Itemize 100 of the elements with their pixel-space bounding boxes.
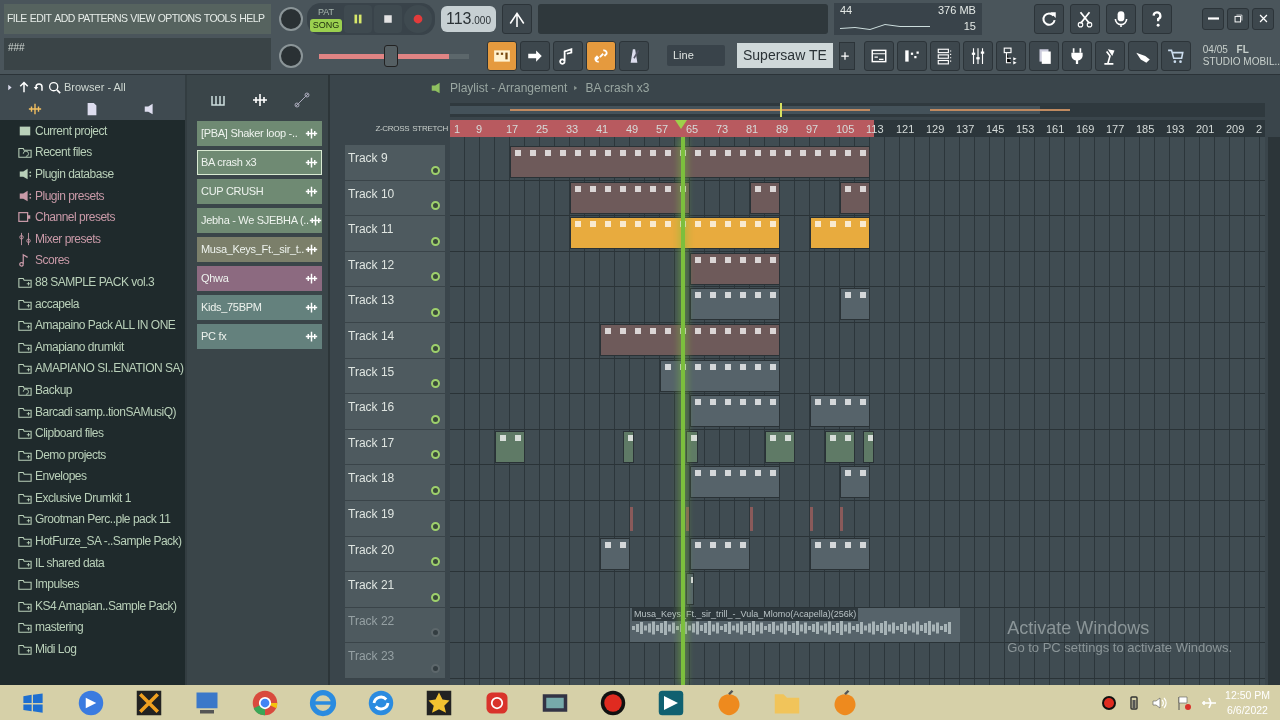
track-header[interactable]: Track 21: [345, 572, 445, 608]
pattern-clip[interactable]: [600, 537, 630, 570]
keyboard-button[interactable]: [487, 40, 517, 71]
pattern-clip[interactable]: [660, 359, 780, 392]
browser-item[interactable]: Envelopes: [18, 465, 185, 488]
scrollbar[interactable]: [1268, 137, 1280, 685]
browser-item[interactable]: Mixer presets: [18, 227, 185, 250]
pattern-clip[interactable]: [690, 252, 780, 285]
pattern-clip[interactable]: PC fx: [197, 324, 322, 349]
pattern-clip[interactable]: [600, 323, 780, 356]
pattern-clip[interactable]: Kids_75BPM: [197, 295, 322, 320]
track-enable-toggle[interactable]: [431, 592, 440, 602]
flag-icon[interactable]: [1176, 694, 1193, 711]
close-button[interactable]: [1252, 7, 1274, 30]
help-button[interactable]: [1141, 3, 1172, 34]
waveform-icon[interactable]: [27, 101, 42, 116]
browser-item[interactable]: HotFurze_SA -..Sample Pack): [18, 530, 185, 552]
browser-item[interactable]: Current project: [18, 120, 185, 142]
browser-item[interactable]: Grootman Perc..ple pack 11: [18, 508, 185, 531]
pages-button[interactable]: [1028, 40, 1059, 71]
refresh-button[interactable]: [1033, 3, 1064, 34]
browser-item[interactable]: Impulses: [18, 573, 185, 596]
link-button[interactable]: [586, 40, 616, 71]
track-enable-toggle[interactable]: [431, 201, 440, 211]
automation-clip[interactable]: [862, 430, 874, 463]
browser-item[interactable]: Scores: [18, 249, 185, 272]
track-header[interactable]: Track 19: [345, 500, 445, 537]
browser-item[interactable]: 88 SAMPLE PACK vol.3: [18, 271, 185, 293]
track-enable-toggle[interactable]: [431, 343, 440, 353]
pattern-clip[interactable]: Qhwa: [197, 266, 322, 291]
automation-icon[interactable]: [293, 92, 310, 108]
scissors-button[interactable]: [1069, 3, 1100, 34]
pattern-clip[interactable]: BA crash x3: [197, 150, 322, 175]
stop-button[interactable]: [374, 4, 402, 33]
track-enable-toggle[interactable]: [431, 450, 440, 460]
track-enable-toggle[interactable]: [431, 414, 440, 424]
track-enable-toggle[interactable]: [431, 557, 440, 567]
pattern-clip[interactable]: [570, 181, 690, 214]
browser-item[interactable]: Recent files: [18, 141, 185, 164]
tempo-display[interactable]: 113.000: [441, 5, 496, 32]
automation-clip[interactable]: [686, 430, 698, 463]
automation-clip[interactable]: [495, 430, 525, 463]
browser-item[interactable]: mastering: [18, 616, 185, 639]
step-sequencer-button[interactable]: [896, 40, 927, 71]
track-enable-toggle[interactable]: [431, 628, 440, 638]
track-header[interactable]: Track 14: [345, 322, 445, 359]
track-header[interactable]: Track 12: [345, 251, 445, 288]
playlist-button[interactable]: [863, 40, 894, 71]
browser-item[interactable]: Plugin database: [18, 163, 185, 185]
up-arrow-icon[interactable]: [18, 81, 30, 94]
slider-thumb[interactable]: [384, 44, 398, 67]
clip-marker[interactable]: [810, 506, 813, 531]
pattern-clip[interactable]: [690, 537, 750, 570]
browser-item[interactable]: Exclusive Drumkit 1: [18, 487, 185, 509]
desk-lamp-button[interactable]: [1094, 40, 1125, 71]
mixer-button[interactable]: [962, 40, 993, 71]
menu-item[interactable]: HELP: [239, 11, 265, 27]
browser-item[interactable]: Amapaino Pack ALL IN ONE: [18, 314, 185, 336]
overview-strip[interactable]: [450, 103, 1265, 117]
menu-item[interactable]: PATTERNS: [77, 11, 128, 27]
menu-item[interactable]: EDIT: [29, 11, 52, 27]
pattern-clip[interactable]: [810, 217, 870, 250]
track-header[interactable]: Track 13: [345, 287, 445, 323]
track-header[interactable]: Track 9: [345, 145, 445, 181]
track-enable-toggle[interactable]: [431, 663, 440, 673]
track-enable-toggle[interactable]: [431, 521, 440, 531]
menu-item[interactable]: ADD: [54, 11, 75, 27]
browser-item[interactable]: Amapiano drumkit: [18, 335, 185, 358]
track-header[interactable]: Track 20: [345, 536, 445, 573]
arrow-button[interactable]: [520, 40, 550, 71]
microphone-button[interactable]: [1105, 3, 1136, 34]
cart-button[interactable]: [1160, 40, 1191, 71]
back-icon[interactable]: [33, 81, 45, 94]
track-header[interactable]: Track 17: [345, 429, 445, 466]
pattern-clip[interactable]: [690, 288, 780, 321]
track-header[interactable]: Track 15: [345, 358, 445, 395]
browser-item[interactable]: accapela: [18, 292, 185, 315]
pitch-knob[interactable]: [279, 43, 303, 68]
pattern-mode-toggle[interactable]: PAT: [310, 5, 342, 19]
record-icon[interactable]: [1101, 694, 1118, 711]
snap-selector[interactable]: Line: [667, 45, 725, 66]
track-enable-toggle[interactable]: [431, 236, 440, 246]
browser-tree-button[interactable]: [995, 40, 1026, 71]
clip-marker[interactable]: [686, 506, 690, 531]
metronome-button[interactable]: [501, 3, 532, 34]
browser-item[interactable]: Plugin presets: [18, 184, 185, 207]
browser-item[interactable]: IL shared data: [18, 551, 185, 574]
add-pattern-button[interactable]: [838, 41, 855, 70]
track-header[interactable]: Track 11: [345, 216, 445, 252]
pattern-clip[interactable]: [690, 395, 780, 428]
pattern-clip[interactable]: [690, 466, 780, 499]
track-header[interactable]: Track 10: [345, 180, 445, 217]
automation-clip[interactable]: [765, 430, 795, 463]
pattern-clip[interactable]: Jebha - We SJEBHA (..: [197, 208, 322, 233]
track-header[interactable]: Track 18: [345, 465, 445, 501]
search-icon[interactable]: [48, 80, 61, 94]
pattern-clip[interactable]: [810, 395, 870, 428]
pattern-clip[interactable]: [686, 573, 694, 606]
track-enable-toggle[interactable]: [431, 272, 440, 282]
browser-item[interactable]: Midi Log: [18, 638, 185, 660]
